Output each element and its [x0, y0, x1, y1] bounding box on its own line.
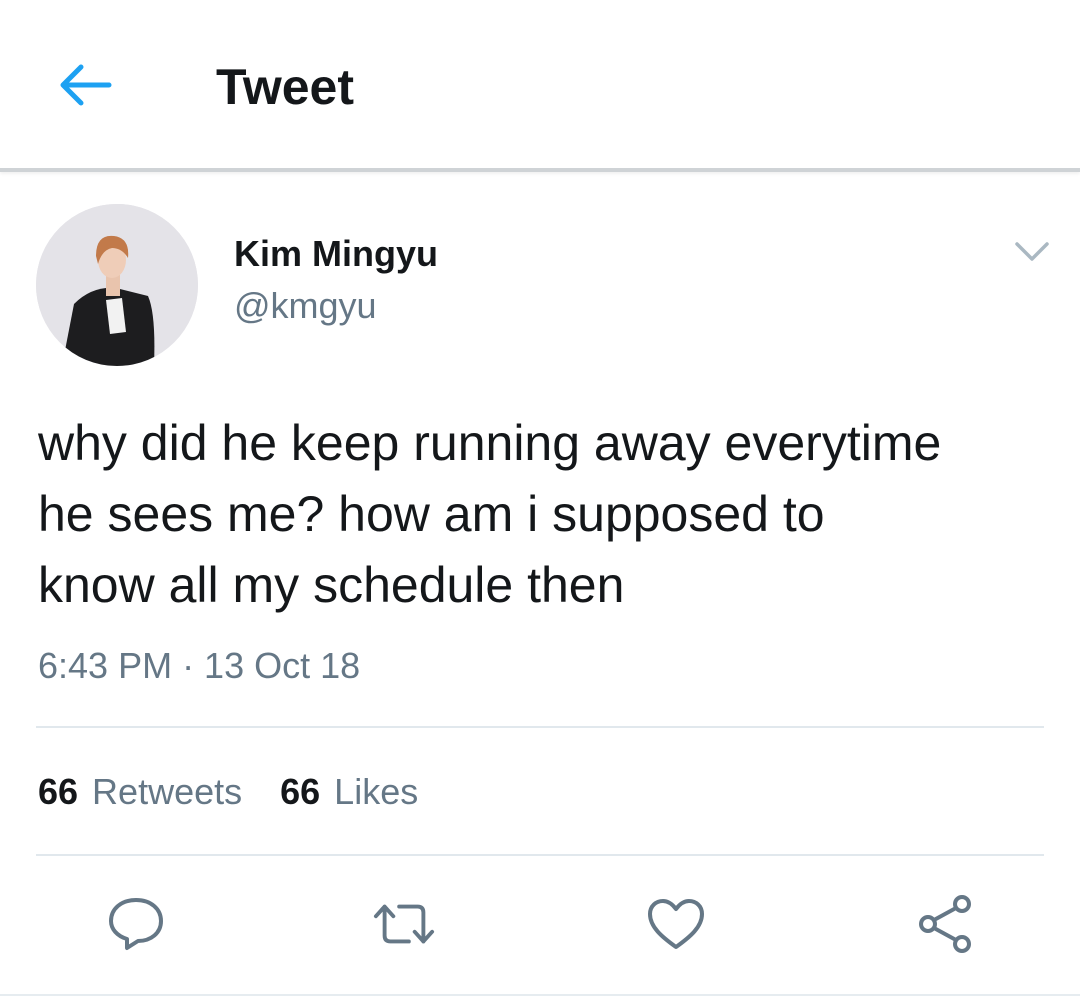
- back-button[interactable]: [52, 52, 118, 118]
- author-handle[interactable]: @kmgyu: [234, 284, 377, 328]
- likes-count: 66: [280, 771, 321, 812]
- like-button[interactable]: [644, 892, 708, 956]
- likes-stat[interactable]: 66 Likes: [280, 770, 418, 814]
- divider: [36, 854, 1044, 856]
- tweet-text: why did he keep running away everytime h…: [38, 415, 942, 613]
- likes-label: Likes: [334, 771, 419, 812]
- reply-icon: [109, 898, 163, 950]
- tweet-timestamp[interactable]: 6:43 PM · 13 Oct 18: [38, 644, 360, 688]
- top-bar: Tweet: [0, 0, 1080, 172]
- arrow-left-icon: [60, 64, 112, 106]
- divider: [0, 994, 1080, 996]
- retweets-stat[interactable]: 66 Retweets: [38, 770, 242, 814]
- share-icon: [919, 895, 971, 953]
- tweet-stats: 66 Retweets 66 Likes: [38, 770, 418, 814]
- chevron-down-icon: [1015, 242, 1049, 261]
- page-title: Tweet: [216, 59, 354, 115]
- retweet-icon: [373, 904, 435, 944]
- retweets-label: Retweets: [92, 771, 243, 812]
- retweet-button[interactable]: [372, 892, 436, 956]
- profile-photo: [36, 204, 198, 366]
- tweet-detail: Kim Mingyu @kmgyu why did he keep runnin…: [0, 172, 1080, 1003]
- share-button[interactable]: [914, 892, 978, 956]
- heart-icon: [648, 899, 704, 949]
- divider: [36, 726, 1044, 728]
- author-name[interactable]: Kim Mingyu: [234, 232, 438, 276]
- avatar[interactable]: [36, 204, 198, 366]
- tweet-menu-button[interactable]: [1010, 230, 1054, 274]
- retweets-count: 66: [38, 771, 79, 812]
- reply-button[interactable]: [104, 892, 168, 956]
